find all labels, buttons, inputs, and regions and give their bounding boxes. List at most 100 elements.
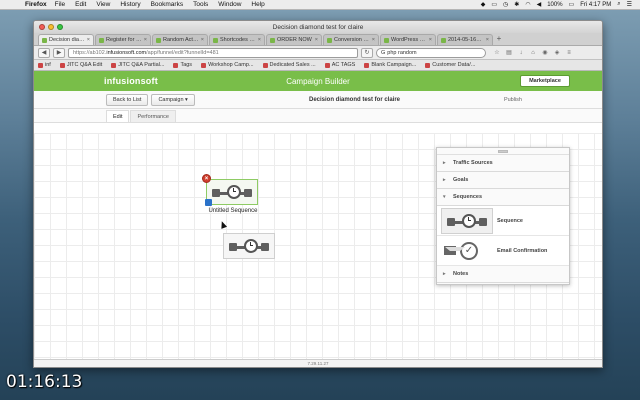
browser-tab[interactable]: Random Action...×	[152, 34, 208, 45]
section-notes[interactable]: ▸ Notes	[437, 266, 569, 283]
battery-percent[interactable]: 100%	[547, 2, 562, 8]
favicon-icon	[213, 37, 218, 43]
close-tab-icon[interactable]: ×	[486, 37, 489, 43]
battery-icon: ▭	[568, 2, 575, 8]
tab-performance[interactable]: Performance	[130, 110, 176, 122]
browser-tab[interactable]: 2014-05-16_2... ×	[437, 34, 493, 45]
window-titlebar: Decision diamond test for claire	[34, 21, 602, 33]
new-tab-button[interactable]: +	[494, 34, 504, 45]
bookmark-item[interactable]: Workshop Camp...	[201, 62, 254, 68]
browser-tab[interactable]: WordPress › Lit...×	[380, 34, 436, 45]
timer-clock-icon	[244, 239, 258, 253]
close-tab-icon[interactable]: ×	[201, 37, 204, 43]
volume-icon[interactable]: ◀	[537, 1, 542, 8]
bookmark-item[interactable]: inf	[38, 62, 51, 68]
close-tab-icon[interactable]: ×	[258, 37, 261, 43]
menu-view[interactable]: View	[96, 1, 110, 8]
url-bar[interactable]: https://ab102. infusionsoft.com/app/funne…	[68, 47, 358, 58]
menu-app-name[interactable]: Firefox	[25, 1, 47, 8]
bluetooth-icon[interactable]: ✱	[514, 1, 519, 8]
close-window-button[interactable]	[39, 24, 45, 30]
close-tab-icon[interactable]: ×	[372, 37, 375, 43]
extension-icon[interactable]: ◈	[553, 49, 561, 57]
section-goals[interactable]: ▸ Goals	[437, 172, 569, 189]
bookmark-icon	[425, 62, 431, 68]
dropbox-icon[interactable]: ◆	[481, 1, 486, 8]
favicon-icon	[384, 37, 389, 43]
elements-panel: ▸ Traffic Sources ▸ Goals ▾ Sequences Seque…	[436, 147, 570, 285]
menu-file[interactable]: File	[55, 1, 65, 8]
url-prefix: https://ab102.	[73, 49, 107, 56]
menu-window[interactable]: Window	[218, 1, 241, 8]
section-traffic-sources[interactable]: ▸ Traffic Sources	[437, 155, 569, 172]
bookmark-item[interactable]: Blank Campaign...	[364, 62, 416, 68]
search-input[interactable]: G php random	[376, 47, 486, 58]
sequence-element-dragging[interactable]	[223, 233, 275, 259]
campaign-name[interactable]: Decision diamond test for claire	[309, 97, 400, 103]
time-machine-icon[interactable]: ◷	[503, 1, 508, 8]
bookmark-item[interactable]: Customer Data/...	[425, 62, 475, 68]
browser-tab[interactable]: Register for th... ×	[95, 34, 151, 45]
menu-history[interactable]: History	[120, 1, 140, 8]
menu-edit[interactable]: Edit	[75, 1, 86, 8]
menu-tools[interactable]: Tools	[193, 1, 208, 8]
app-version-bar: 7.29.11.27	[34, 359, 602, 367]
bookmark-icon	[324, 62, 330, 68]
campaign-canvas[interactable]: × Untitled Sequence ▸ Traffic Sources ▸ Go…	[34, 133, 602, 361]
downloads-icon[interactable]: ↓	[517, 49, 525, 57]
spotlight-icon[interactable]: ⌕	[617, 1, 620, 8]
display-icon[interactable]: ▭	[491, 1, 497, 8]
flag-icon[interactable]	[205, 199, 212, 206]
back-to-list-button[interactable]: Back to List	[106, 93, 149, 106]
browser-tab[interactable]: Decision diam... ×	[38, 34, 94, 45]
notification-center-icon[interactable]: ☰	[627, 1, 632, 8]
wifi-icon[interactable]: ◠	[525, 1, 530, 8]
section-sequences[interactable]: ▾ Sequences	[437, 189, 569, 206]
sequence-panel-item[interactable]: Sequence	[437, 206, 569, 236]
back-arrow-icon[interactable]: ◀	[38, 47, 50, 58]
menu-icon[interactable]: ≡	[565, 49, 573, 57]
bookmark-item[interactable]: JITC Q&A Edit	[59, 62, 102, 68]
bookmark-item[interactable]: Tags	[173, 62, 192, 68]
bookmarks-menu-icon[interactable]: ▤	[505, 49, 513, 57]
browser-window: Decision diamond test for claire Decisio…	[33, 20, 603, 368]
menu-bookmarks[interactable]: Bookmarks	[151, 1, 184, 8]
bookmark-item[interactable]: AC TAGS	[324, 62, 355, 68]
favicon-icon	[99, 37, 104, 43]
browser-tab[interactable]: ORDER NOW ×	[266, 34, 322, 45]
browser-tab[interactable]: Conversion Fu...×	[323, 34, 379, 45]
sequence-element[interactable]	[206, 179, 258, 205]
campaign-dropdown-button[interactable]: Campaign ▾	[151, 93, 195, 106]
close-tab-icon[interactable]: ×	[429, 37, 432, 43]
chevron-right-icon: ▸	[443, 160, 446, 166]
builder-tabs: Edit Performance	[34, 109, 602, 123]
delete-element-icon[interactable]: ×	[202, 174, 211, 183]
extension-icon[interactable]: ◉	[541, 49, 549, 57]
zoom-window-button[interactable]	[57, 24, 63, 30]
publish-button[interactable]: Publish	[504, 97, 522, 103]
email-confirmation-panel-item[interactable]: ✓ Email Confirmation	[437, 236, 569, 266]
panel-drag-handle[interactable]	[437, 148, 569, 155]
bookmark-star-icon[interactable]: ☆	[493, 49, 501, 57]
bookmark-icon	[111, 62, 117, 68]
close-tab-icon[interactable]: ×	[87, 37, 90, 43]
menu-help[interactable]: Help	[251, 1, 264, 8]
marketplace-button[interactable]: Marketplace	[520, 75, 570, 87]
bookmark-item[interactable]: JITC Q&A Partial...	[111, 62, 164, 68]
favicon-icon	[42, 37, 47, 43]
bookmark-icon	[364, 62, 370, 68]
minimize-window-button[interactable]	[48, 24, 54, 30]
app-header: infusionsoft Campaign Builder Marketplac…	[34, 71, 602, 91]
forward-arrow-icon[interactable]: ▶	[53, 47, 65, 58]
sequence-node-icon	[212, 189, 220, 197]
close-tab-icon[interactable]: ×	[315, 37, 318, 43]
close-tab-icon[interactable]: ×	[144, 37, 147, 43]
sequence-label[interactable]: Untitled Sequence	[206, 208, 260, 214]
menubar-clock[interactable]: Fri 4:17 PM	[580, 2, 611, 8]
reload-icon[interactable]: ↻	[361, 47, 373, 58]
tab-edit[interactable]: Edit	[106, 110, 130, 122]
browser-tab-strip: Decision diam... × Register for th... × Ra…	[34, 33, 602, 46]
home-icon[interactable]: ⌂	[529, 49, 537, 57]
browser-tab[interactable]: Shortcodes – ... ×	[209, 34, 265, 45]
bookmark-item[interactable]: Dedicated Sales ...	[262, 62, 316, 68]
